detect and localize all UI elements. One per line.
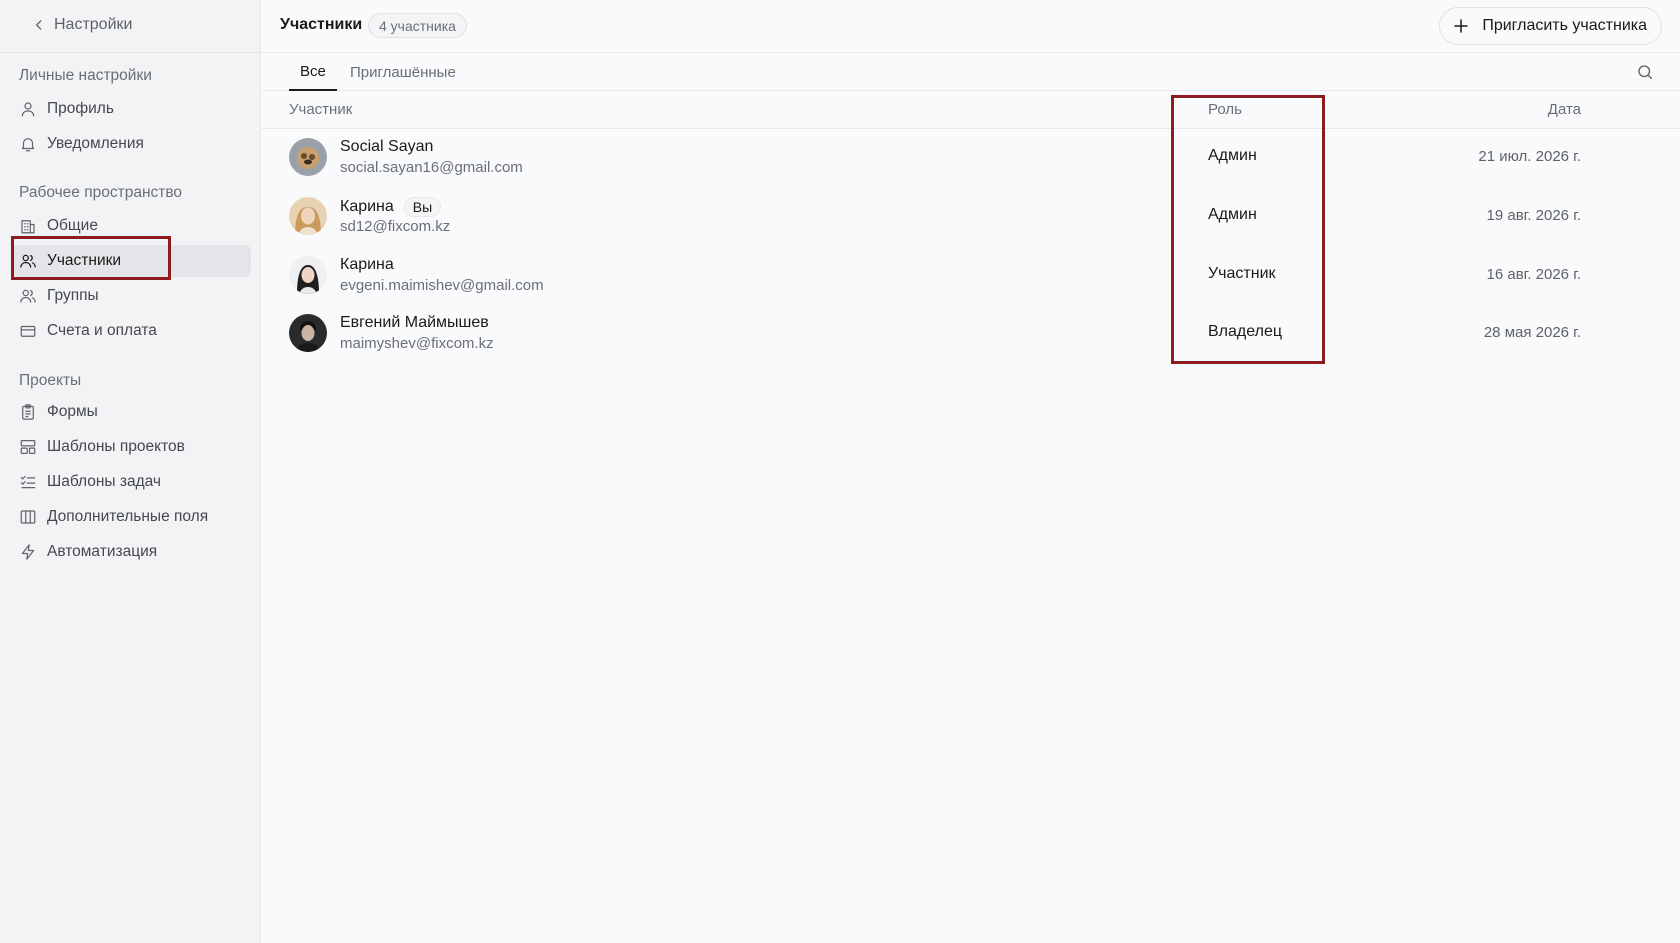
member-email: social.sayan16@gmail.com — [340, 159, 523, 176]
sidebar-item-label: Дополнительные поля — [47, 508, 209, 525]
invite-member-label: Пригласить участника — [1482, 17, 1647, 34]
section-title-personal: Личные настройки — [19, 67, 152, 84]
member-name: Social Sayan — [340, 138, 433, 156]
plus-icon — [1454, 19, 1469, 33]
zap-icon — [21, 544, 35, 560]
sidebar-item-label: Шаблоны проектов — [47, 438, 185, 455]
table-row[interactable]: Евгений Маймышев maimyshev@fixcom.kz Вла… — [262, 304, 1680, 362]
avatar-image — [289, 256, 327, 294]
member-email: evgeni.maimishev@gmail.com — [340, 277, 544, 294]
sidebar-item-label: Формы — [47, 403, 98, 420]
sidebar-item-forms[interactable]: Формы — [12, 396, 251, 428]
table-row[interactable]: Карина Вы sd12@fixcom.kz Админ 19 авг. 2… — [262, 187, 1680, 245]
member-name: Карина — [340, 256, 394, 274]
member-name-text: Евгений Маймышев — [340, 314, 489, 331]
sidebar-item-members[interactable]: Участники — [12, 245, 251, 277]
avatar — [289, 138, 327, 176]
sidebar-item-general[interactable]: Общие — [12, 210, 251, 242]
bell-icon — [21, 138, 35, 152]
member-role[interactable]: Участник — [1208, 265, 1276, 283]
sidebar-item-billing[interactable]: Счета и оплата — [12, 315, 251, 347]
members-count-badge: 4 участника — [368, 13, 467, 38]
page-header: Участники 4 участника Пригласить участни… — [262, 0, 1680, 53]
sidebar-item-label: Общие — [47, 217, 98, 234]
chevron-left-icon — [36, 20, 42, 30]
sidebar-item-label: Участники — [47, 252, 122, 269]
building-icon — [21, 220, 35, 234]
back-to-settings-button[interactable]: Настройки — [32, 14, 132, 36]
sidebar-item-label: Группы — [47, 287, 99, 304]
member-role[interactable]: Владелец — [1208, 323, 1282, 341]
members-page: Участники 4 участника Пригласить участни… — [262, 0, 1680, 943]
tab-all[interactable]: Все — [289, 53, 337, 91]
tabs: Все Приглашённые — [262, 53, 1680, 91]
avatar — [289, 256, 327, 294]
credit-card-icon — [20, 325, 36, 337]
sidebar-item-project-templates[interactable]: Шаблоны проектов — [12, 431, 251, 463]
sidebar-item-label: Счета и оплата — [47, 322, 157, 339]
search-icon[interactable] — [1636, 63, 1654, 81]
member-name-text: Карина — [340, 198, 394, 215]
sidebar-item-groups[interactable]: Группы — [12, 280, 251, 312]
sidebar-item-profile[interactable]: Профиль — [12, 93, 251, 125]
avatar — [289, 314, 327, 352]
member-name-text: Карина — [340, 256, 394, 273]
users-group-icon — [20, 289, 36, 303]
member-role[interactable]: Админ — [1208, 206, 1257, 224]
avatar — [289, 197, 327, 235]
member-email: maimyshev@fixcom.kz — [340, 335, 494, 352]
member-role[interactable]: Админ — [1208, 147, 1257, 165]
member-date: 21 июл. 2026 г. — [1478, 148, 1581, 165]
column-header-role[interactable]: Роль — [1208, 101, 1242, 118]
you-badge: Вы — [403, 197, 442, 217]
sidebar-divider — [0, 52, 261, 53]
invite-member-button[interactable]: Пригласить участника — [1439, 7, 1662, 45]
member-date: 19 авг. 2026 г. — [1486, 207, 1581, 224]
column-header-member[interactable]: Участник — [289, 101, 352, 118]
page-title: Участники — [280, 16, 363, 33]
sidebar-item-label: Автоматизация — [47, 543, 158, 560]
section-title-workspace: Рабочее пространство — [19, 184, 183, 201]
users-icon — [20, 254, 36, 268]
table-header: Участник Роль Дата — [262, 92, 1680, 129]
section-title-projects: Проекты — [19, 372, 82, 389]
member-name: Карина Вы — [340, 197, 442, 217]
member-name-text: Social Sayan — [340, 138, 434, 155]
sidebar-item-automation[interactable]: Автоматизация — [12, 536, 251, 568]
clipboard-icon — [22, 404, 34, 420]
avatar-image — [289, 314, 327, 352]
member-email: sd12@fixcom.kz — [340, 218, 451, 235]
layout-template-icon — [20, 440, 36, 454]
member-name: Евгений Маймышев — [340, 314, 489, 332]
member-date: 16 авг. 2026 г. — [1486, 266, 1581, 283]
avatar-image — [289, 138, 327, 176]
sidebar-item-task-templates[interactable]: Шаблоны задач — [12, 466, 251, 498]
user-icon — [21, 102, 35, 117]
avatar-image — [289, 197, 327, 235]
sidebar-item-label: Шаблоны задач — [47, 473, 161, 490]
member-date: 28 мая 2026 г. — [1483, 324, 1581, 341]
sidebar-item-custom-fields[interactable]: Дополнительные поля — [12, 501, 251, 533]
settings-sidebar: Настройки Личные настройки Профиль Уведо… — [0, 0, 261, 943]
sidebar-item-label: Профиль — [47, 100, 114, 117]
columns-icon — [20, 510, 36, 524]
list-checks-icon — [20, 475, 36, 489]
sidebar-item-label: Уведомления — [47, 135, 144, 152]
column-header-date[interactable]: Дата — [1548, 101, 1581, 118]
table-row[interactable]: Карина evgeni.maimishev@gmail.com Участн… — [262, 246, 1680, 304]
tab-invited[interactable]: Приглашённые — [350, 53, 456, 91]
table-row[interactable]: Social Sayan social.sayan16@gmail.com Ад… — [262, 128, 1680, 186]
back-label: Настройки — [54, 16, 133, 33]
sidebar-item-notifications[interactable]: Уведомления — [12, 128, 251, 160]
